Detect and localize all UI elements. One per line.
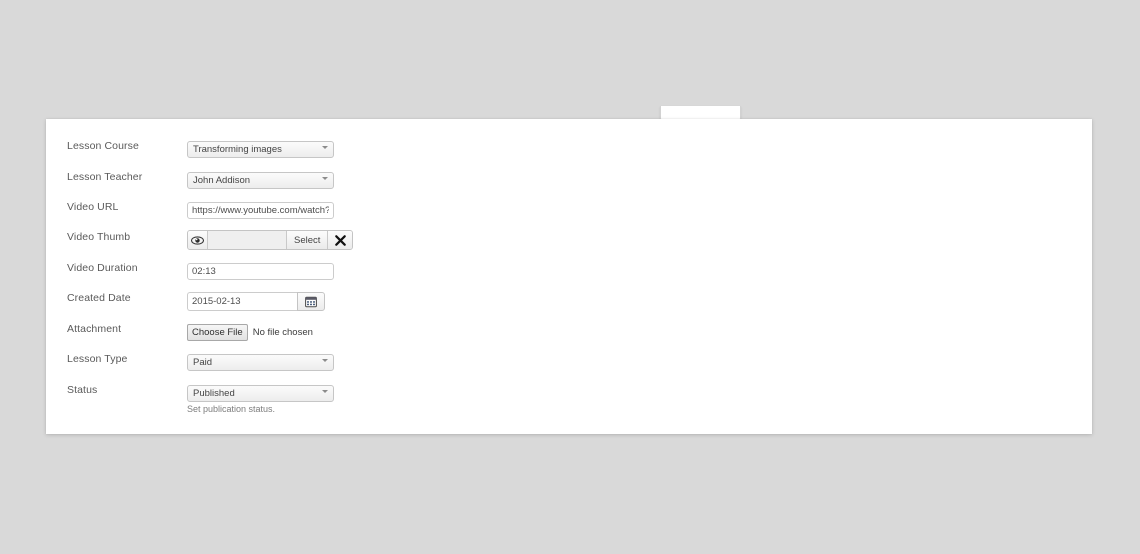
video-duration-input[interactable] [187,263,334,280]
label-video-url: Video URL [67,201,119,213]
form-row-attachment: Attachment Choose File No file chosen [46,322,1092,353]
created-date-group [187,292,325,311]
video-url-input[interactable] [187,202,334,219]
control-status: Published Set publication status. [187,383,334,415]
control-attachment: Choose File No file chosen [187,322,313,342]
select-lesson-course[interactable]: Transforming images [187,141,334,158]
form-row-video-duration: Video Duration [46,261,1092,292]
video-thumb-path-input[interactable] [208,231,287,249]
select-lesson-teacher[interactable]: John Addison [187,172,334,189]
control-lesson-type: Paid [187,352,334,371]
label-video-duration: Video Duration [67,262,138,274]
control-video-duration [187,261,334,280]
label-status: Status [67,384,98,396]
form-row-created-date: Created Date [46,291,1092,324]
attachment-file-input[interactable]: Choose File No file chosen [187,324,313,342]
control-lesson-teacher: John Addison [187,170,334,189]
control-lesson-course: Transforming images [187,139,334,158]
close-x-icon[interactable] [328,231,353,249]
select-wrap-status: Published [187,383,334,402]
status-help-text: Set publication status. [187,404,276,414]
select-wrap-lesson-course: Transforming images [187,139,334,158]
label-video-thumb: Video Thumb [67,231,131,243]
video-thumb-group: Select [187,230,354,250]
form-row-lesson-teacher: Lesson Teacher John Addison [46,170,1092,201]
created-date-input[interactable] [187,292,297,311]
label-attachment: Attachment [67,323,122,335]
control-created-date [187,291,325,311]
eye-icon[interactable] [188,231,208,249]
select-status[interactable]: Published [187,385,334,402]
lesson-form: Lesson Course Transforming images Lesson… [46,119,1092,434]
calendar-icon[interactable] [297,292,325,311]
label-lesson-type: Lesson Type [67,353,128,365]
select-lesson-type[interactable]: Paid [187,354,334,371]
select-wrap-lesson-type: Paid [187,352,334,371]
choose-file-button[interactable]: Choose File [187,324,248,341]
form-row-status: Status Published Set publication status. [46,383,1092,414]
file-status-text: No file chosen [252,327,313,338]
control-video-thumb: Select [187,230,354,250]
form-row-video-url: Video URL [46,200,1092,231]
label-lesson-teacher: Lesson Teacher [67,171,143,183]
label-created-date: Created Date [67,292,131,304]
lesson-form-panel: Lesson Course Transforming images Lesson… [46,119,1092,434]
form-row-video-thumb: Video Thumb Select [46,230,1092,263]
form-row-lesson-type: Lesson Type Paid [46,352,1092,383]
control-video-url [187,200,334,219]
form-row-lesson-course: Lesson Course Transforming images [46,139,1092,170]
video-thumb-select-button[interactable]: Select [287,231,329,249]
select-wrap-lesson-teacher: John Addison [187,170,334,189]
label-lesson-course: Lesson Course [67,140,139,152]
